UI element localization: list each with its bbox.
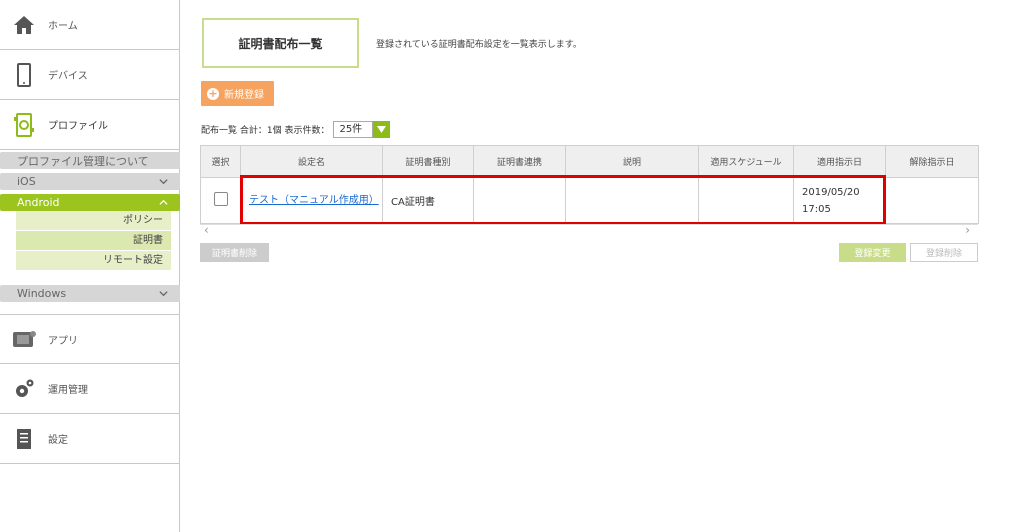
windows-item[interactable]: Windows <box>0 285 180 302</box>
scroll-left-icon[interactable]: ‹ <box>204 223 209 237</box>
header-release-date: 解除指示日 <box>885 145 979 178</box>
setting-name-link[interactable]: テスト（マニュアル作成用） <box>249 193 382 208</box>
nav-device-label: デバイス <box>48 71 88 82</box>
nav-settings-label: 設定 <box>48 435 68 446</box>
windows-label: Windows <box>17 287 67 300</box>
description-cell <box>565 177 699 224</box>
ios-item[interactable]: iOS <box>0 173 180 190</box>
chevron-down-icon <box>159 291 168 297</box>
sidebar: ホーム デバイス プロファイル プロファイル管理について iOS Android… <box>0 0 180 532</box>
page-title: 証明書配布一覧 <box>202 18 359 68</box>
nav-app-label: アプリ <box>48 335 78 347</box>
release-date-cell <box>885 177 979 224</box>
header-apply-date: 適用指示日 <box>793 145 886 178</box>
cert-link-cell <box>473 177 566 224</box>
list-summary: 配布一覧 合計：1個 表示件数： 25件 <box>201 120 391 138</box>
main-content: 証明書配布一覧 登録されている証明書配布設定を一覧表示します。 + 新規登録 配… <box>200 0 1024 532</box>
chevron-down-icon <box>159 179 168 185</box>
nav-device[interactable]: デバイス <box>0 50 179 100</box>
chevron-up-icon <box>159 199 168 205</box>
home-icon <box>12 13 36 37</box>
header-select: 選択 <box>200 145 241 178</box>
header-cert-link: 証明書連携 <box>473 145 566 178</box>
nav-profile-label: プロファイル <box>48 121 108 132</box>
setting-name-cell: テスト（マニュアル作成用） <box>240 177 383 224</box>
nav-settings[interactable]: 設定 <box>0 414 179 464</box>
nav-home-label: ホーム <box>48 21 78 32</box>
delete-registration-button[interactable]: 登録削除 <box>910 243 978 262</box>
cert-type-cell: CA証明書 <box>382 177 474 224</box>
new-register-button[interactable]: + 新規登録 <box>201 81 274 106</box>
table-header-row: 選択 設定名 証明書種別 証明書連携 説明 適用スケジュール 適用指示日 解除指… <box>200 145 979 178</box>
nav-operation[interactable]: 運用管理 <box>0 364 179 414</box>
android-label: Android <box>17 196 60 209</box>
nav-operation-label: 運用管理 <box>48 385 88 396</box>
row-select-cell <box>200 177 241 224</box>
android-item-certificate[interactable]: 証明書 <box>16 231 171 251</box>
android-item[interactable]: Android <box>0 194 180 211</box>
edit-registration-button[interactable]: 登録変更 <box>839 243 906 262</box>
gear-icon <box>12 377 36 401</box>
profile-icon <box>12 112 36 137</box>
nav-app[interactable]: アプリ <box>0 314 179 364</box>
row-checkbox[interactable] <box>213 192 228 206</box>
plus-icon: + <box>207 86 219 100</box>
android-item-policy[interactable]: ポリシー <box>16 211 171 231</box>
new-register-label: 新規登録 <box>224 90 264 101</box>
app: ホーム デバイス プロファイル プロファイル管理について iOS Android… <box>0 0 1024 532</box>
page-description: 登録されている証明書配布設定を一覧表示します。 <box>376 40 582 50</box>
schedule-cell <box>698 177 794 224</box>
android-sub-list: ポリシー 証明書 リモート設定 <box>16 211 171 271</box>
android-item-remote-settings[interactable]: リモート設定 <box>16 251 171 271</box>
ios-label: iOS <box>17 175 36 188</box>
dropdown-arrow-icon[interactable] <box>373 120 391 138</box>
app-icon <box>12 327 36 351</box>
distribution-table: 選択 設定名 証明書種別 証明書連携 説明 適用スケジュール 適用指示日 解除指… <box>200 145 979 224</box>
page-size-select[interactable]: 25件 <box>333 120 391 138</box>
profile-about-label: プロファイル管理について <box>17 154 149 168</box>
page-size-value: 25件 <box>333 120 374 138</box>
settings-icon <box>12 427 36 451</box>
horizontal-scrollbar[interactable]: ‹ › <box>200 223 978 237</box>
header-description: 説明 <box>565 145 699 178</box>
device-icon <box>12 62 36 87</box>
header-cert-type: 証明書種別 <box>382 145 474 178</box>
apply-date-value: 2019/05/20 17:05 <box>802 186 860 215</box>
summary-label: 配布一覧 合計：1個 表示件数： <box>201 125 330 136</box>
header-setting-name: 設定名 <box>240 145 383 178</box>
scroll-right-icon[interactable]: › <box>965 223 970 237</box>
apply-date-cell: 2019/05/20 17:05 <box>793 177 886 224</box>
table-row: テスト（マニュアル作成用） CA証明書 2019/05/20 17:05 <box>200 177 979 224</box>
header-schedule: 適用スケジュール <box>698 145 794 178</box>
delete-certificate-button[interactable]: 証明書削除 <box>200 243 269 262</box>
profile-about-item[interactable]: プロファイル管理について <box>0 152 180 169</box>
nav-profile[interactable]: プロファイル <box>0 100 179 150</box>
nav-home[interactable]: ホーム <box>0 0 179 50</box>
page-title-text: 証明書配布一覧 <box>238 36 323 51</box>
